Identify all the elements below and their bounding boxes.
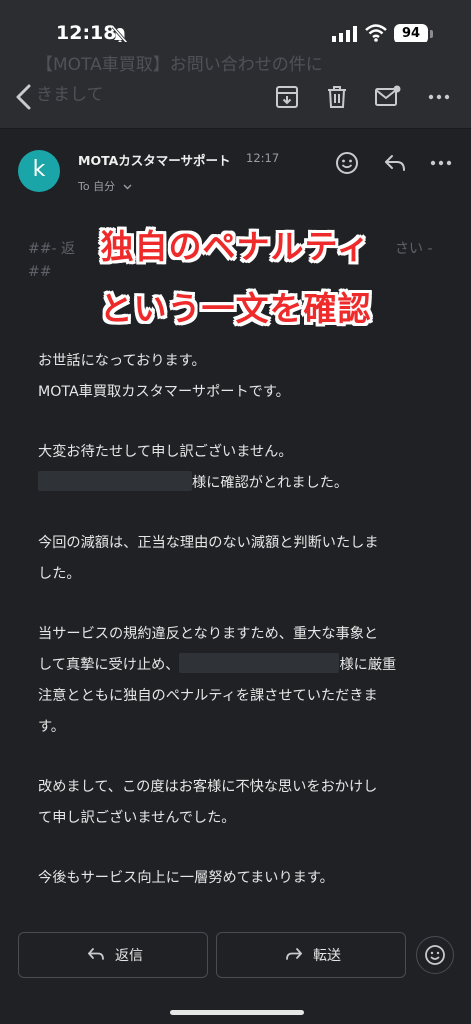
- paragraph-regret: 改めまして、この度はお客様に不快な思いをおかけし て申し訳ございませんでした。: [38, 772, 438, 834]
- recipient-line[interactable]: To 自分: [78, 178, 132, 194]
- sender-avatar[interactable]: k: [18, 150, 60, 192]
- body-line: お世話になっております。: [38, 353, 206, 369]
- paragraph-greeting: お世話になっております。 MOTA車買取カスタマーサポートです。: [38, 346, 438, 408]
- message-more-icon[interactable]: [428, 150, 454, 176]
- body-line: 様に確認がとれました。: [192, 475, 349, 491]
- paragraph-judgement: 今回の減額は、正当な理由のない減額と判断いたしま した。: [38, 528, 438, 590]
- redacted-name: [38, 471, 192, 491]
- back-chevron-icon[interactable]: [12, 82, 42, 112]
- forward-button-label: 転送: [313, 948, 341, 964]
- sender-name: MOTAカスタマーサポート: [78, 153, 231, 168]
- body-line: 様に厳重: [339, 657, 397, 673]
- archive-icon[interactable]: [274, 84, 304, 114]
- forward-button[interactable]: 転送: [216, 932, 406, 978]
- body-line: 大変お待たせして申し訳ございません。: [38, 444, 293, 460]
- subject-ghost-text: 【MOTA車買取】お問い合わせの件に: [36, 55, 323, 75]
- paragraph-apology: 大変お待たせして申し訳ございません。 様に確認がとれました。: [38, 437, 438, 499]
- emoji-reaction-icon[interactable]: [334, 150, 360, 176]
- overlay-caption-line-1: 独自のペナルティ: [100, 227, 371, 266]
- mark-unread-icon[interactable]: [374, 84, 404, 114]
- paragraph-closing: 今後もサービス向上に一層努めてまいります。: [38, 863, 438, 894]
- body-line: MOTA車買取カスタマーサポートです。: [38, 384, 290, 400]
- reply-icon[interactable]: [382, 150, 408, 176]
- redacted-name: [179, 653, 340, 673]
- battery-indicator: 94: [394, 24, 428, 44]
- recipient-text: To 自分: [78, 180, 116, 193]
- chevron-down-icon: [123, 180, 132, 193]
- body-line: 改めまして、この度はお客様に不快な思いをおかけし: [38, 779, 378, 795]
- trash-icon[interactable]: [324, 84, 354, 114]
- body-line: 注意とともに独自のペナルティを課させていただきま: [38, 688, 378, 704]
- body-line: して真摯に受け止め、: [38, 657, 180, 673]
- overlay-caption-line-2: という一文を確認: [99, 289, 372, 328]
- reply-button-label: 返信: [115, 948, 143, 964]
- home-indicator[interactable]: [170, 1010, 304, 1015]
- mail-toolbar: 【MOTA車買取】お問い合わせの件に きまして: [0, 42, 471, 129]
- email-body: お世話になっております。 MOTA車買取カスタマーサポートです。 大変お待たせし…: [38, 346, 438, 923]
- subject-ghost-text-2: きまして: [36, 85, 104, 105]
- battery-tip: [430, 30, 433, 38]
- body-line: て申し訳ございませんでした。: [38, 810, 236, 826]
- reply-arrow-icon: [87, 946, 105, 966]
- forward-arrow-icon: [285, 946, 303, 966]
- body-line: 今回の減額は、正当な理由のない減額と判断いたしま: [38, 535, 379, 551]
- subject-ghost: 【MOTA車買取】お問い合わせの件に きまして: [36, 50, 416, 110]
- status-time: 12:18: [56, 22, 117, 44]
- message-time: 12:17: [246, 151, 280, 165]
- emoji-react-button[interactable]: [416, 936, 454, 974]
- more-options-icon[interactable]: [426, 84, 456, 114]
- body-line: した。: [38, 566, 81, 582]
- body-line: 当サービスの規約違反となりますため、重大な事象と: [38, 626, 379, 642]
- smiley-icon: [423, 943, 447, 971]
- reply-button[interactable]: 返信: [18, 932, 208, 978]
- paragraph-penalty: 当サービスの規約違反となりますため、重大な事象と して真摯に受け止め、 様に厳重 …: [38, 619, 438, 743]
- body-line: 今後もサービス向上に一層努めてまいります。: [38, 870, 334, 886]
- body-line: す。: [38, 719, 65, 735]
